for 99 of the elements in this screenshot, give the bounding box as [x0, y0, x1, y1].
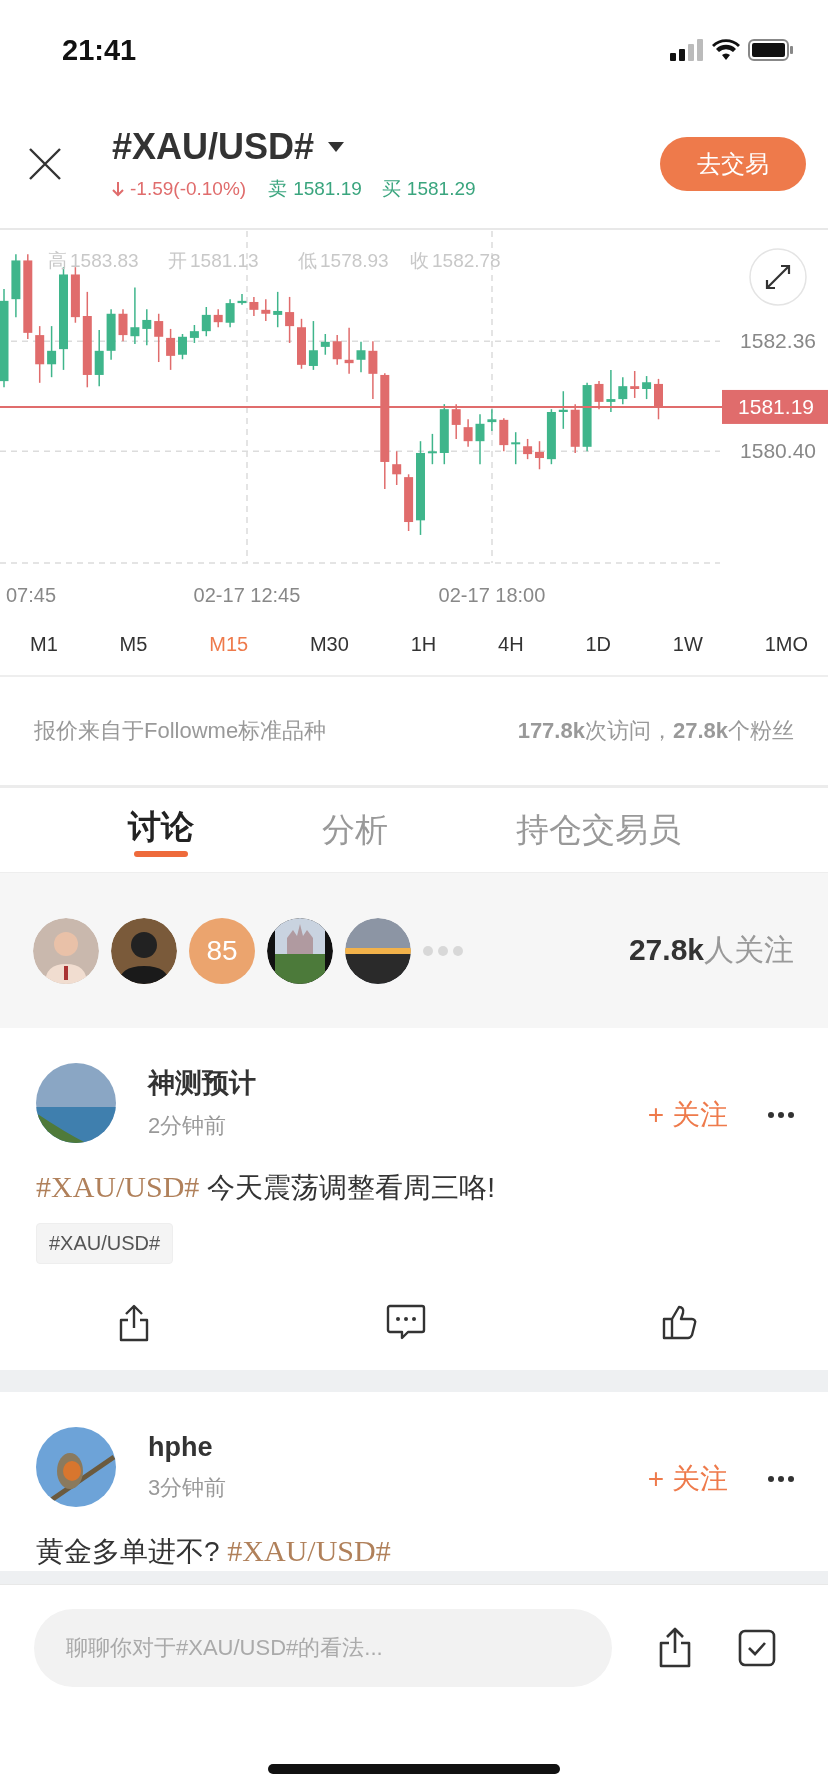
section-tab[interactable]: 讨论	[128, 788, 194, 872]
sell-label: 卖	[268, 177, 288, 201]
candle	[166, 328, 176, 371]
candle	[344, 327, 354, 375]
candle	[654, 378, 663, 421]
candle	[273, 291, 283, 328]
axis-label: 02-17 12:45	[193, 584, 301, 606]
candle	[487, 408, 497, 432]
candle	[523, 438, 533, 460]
share-icon[interactable]	[118, 1304, 150, 1342]
author-name[interactable]: 神测预计	[148, 1065, 628, 1101]
candle	[118, 308, 128, 342]
candle	[261, 298, 271, 322]
post-time: 3分钟前	[148, 1473, 228, 1502]
status-time: 21:41	[62, 33, 137, 67]
candle	[225, 298, 235, 328]
candle	[368, 340, 378, 400]
candle	[511, 431, 521, 465]
candle	[392, 450, 402, 486]
timeframe-tab[interactable]: 4H	[498, 632, 524, 656]
author-name[interactable]: hphe	[148, 1431, 628, 1463]
axis-label: 1580.40	[740, 439, 816, 463]
signal-icon	[670, 39, 704, 61]
candle	[130, 286, 140, 345]
ohlc-label: 高	[48, 250, 67, 271]
candle	[499, 417, 509, 453]
topic-tag[interactable]: #XAU/USD#	[36, 1223, 174, 1264]
candle	[285, 296, 295, 344]
candle	[582, 382, 592, 453]
timeframe-tab[interactable]: M30	[309, 632, 349, 656]
candle	[47, 325, 57, 378]
candle	[475, 413, 485, 465]
comment-field[interactable]: 聊聊你对于#XAU/USD#的看法...	[34, 1609, 612, 1687]
candle	[189, 324, 199, 344]
expand-icon[interactable]	[749, 248, 807, 306]
candle	[630, 370, 640, 399]
candle	[178, 333, 187, 360]
wifi-icon	[712, 39, 740, 61]
price-tag: 1581.19	[722, 389, 828, 424]
candle	[297, 318, 306, 370]
candle	[11, 253, 21, 318]
candle	[237, 293, 247, 306]
candle	[320, 333, 330, 356]
timeframe-tab[interactable]: 1D	[585, 632, 611, 656]
candle	[35, 325, 45, 384]
candle	[332, 334, 342, 366]
checkbox-icon[interactable]	[738, 1629, 776, 1667]
price-change: -1.59(-0.10%)	[130, 178, 247, 200]
follower-label: 人关注	[704, 932, 794, 968]
candle	[70, 266, 80, 324]
candle	[546, 408, 556, 465]
post-text: #XAU/USD# 今天震荡调整看周三咯!	[36, 1169, 496, 1205]
candle	[439, 403, 449, 465]
battery-icon	[748, 39, 794, 61]
axis-label: 07:45	[6, 584, 57, 606]
post-time: 2分钟前	[148, 1112, 228, 1140]
candle	[570, 403, 580, 454]
candle	[154, 313, 164, 363]
candle	[142, 308, 152, 346]
axis-label: 1582.36	[740, 329, 816, 353]
down-arrow-icon	[112, 181, 124, 197]
more-icon[interactable]	[768, 1476, 794, 1482]
candle	[201, 306, 211, 337]
comment-icon[interactable]	[386, 1304, 426, 1340]
candle	[356, 341, 366, 373]
follower-count: 27.8k	[628, 933, 704, 967]
buy-price: 1581.29	[406, 178, 476, 200]
post-text: 黄金多单进不? #XAU/USD#	[36, 1533, 392, 1569]
timeframe-tab[interactable]: 1H	[410, 632, 437, 656]
candle	[594, 380, 604, 410]
candle	[94, 329, 104, 387]
symbol-title[interactable]: #XAU/USD#	[112, 126, 315, 168]
candle	[606, 369, 616, 413]
close-icon[interactable]	[28, 147, 62, 181]
candle	[451, 403, 461, 440]
caret-icon[interactable]	[328, 142, 345, 152]
more-icon[interactable]	[768, 1112, 794, 1118]
share-icon[interactable]	[658, 1627, 692, 1669]
timeframe-tab[interactable]: M1	[30, 632, 58, 656]
visit-stats: 177.8k次访问，27.8k个粉丝	[517, 717, 794, 745]
timeframe-tab[interactable]: M5	[119, 632, 148, 656]
candle	[463, 418, 473, 448]
candle	[427, 433, 437, 465]
candle	[642, 375, 652, 400]
candle	[213, 308, 223, 328]
candle	[308, 320, 318, 371]
candle	[249, 296, 259, 317]
axis-label: 02-17 18:00	[438, 584, 546, 606]
thumbs-up-icon[interactable]	[662, 1304, 698, 1340]
timeframe-tab[interactable]: 1MO	[764, 632, 808, 656]
candle	[618, 376, 628, 405]
candle	[558, 390, 568, 430]
buy-label: 买	[381, 177, 401, 201]
quote-source: 报价来自于Followme标准品种	[34, 717, 327, 745]
candle	[106, 308, 116, 361]
sell-price: 1581.19	[293, 178, 362, 200]
candle	[404, 473, 414, 532]
timeframe-tab[interactable]: 1W	[672, 632, 703, 656]
candle	[535, 440, 544, 470]
